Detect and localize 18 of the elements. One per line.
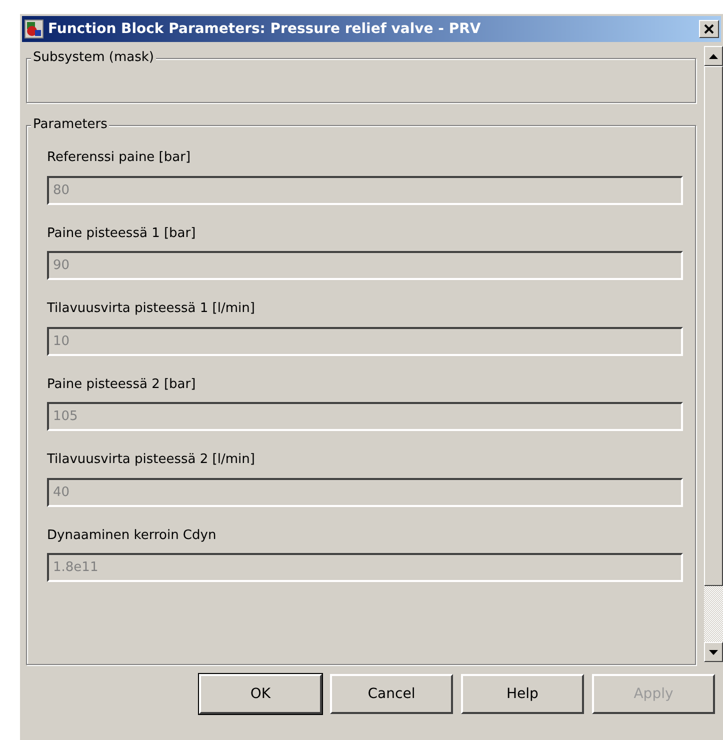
scroll-up-button[interactable] <box>704 46 723 66</box>
scroll-down-button[interactable] <box>704 642 723 662</box>
block-icon <box>24 19 44 39</box>
dialog-button[interactable]: Help <box>461 674 584 714</box>
field-label: Tilavuusvirta pisteessä 2 [l/min] <box>47 451 256 469</box>
window-title: Function Block Parameters: Pressure relief valve - PRV <box>48 20 481 38</box>
field-label: Referenssi paine [bar] <box>47 149 192 167</box>
close-button[interactable] <box>699 20 719 38</box>
field-label: Dynaaminen kerroin Cdyn <box>47 526 218 544</box>
group-label: Subsystem (mask) <box>31 50 156 66</box>
close-icon <box>704 24 714 34</box>
dialog-button[interactable]: OK <box>199 674 322 714</box>
field-label: Tilavuusvirta pisteessä 1 [l/min] <box>47 300 256 318</box>
up-arrow-icon <box>709 54 718 58</box>
down-arrow-icon <box>709 650 718 654</box>
field-label: Paine pisteessä 2 [bar] <box>47 376 197 394</box>
field-label: Paine pisteessä 1 [bar] <box>47 224 197 242</box>
dialog-button[interactable]: Cancel <box>330 674 453 714</box>
